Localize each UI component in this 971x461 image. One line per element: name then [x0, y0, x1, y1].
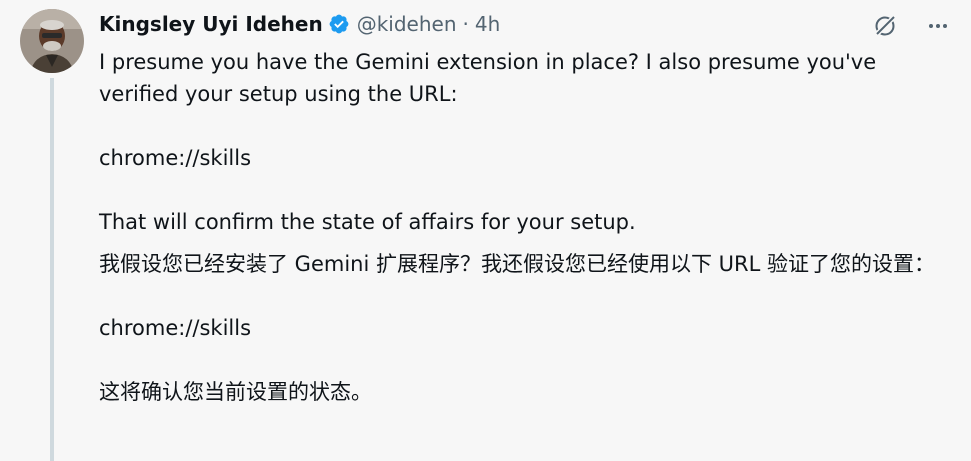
- post[interactable]: Kingsley Uyi Idehen @kidehen · 4h I pres…: [0, 0, 971, 461]
- grok-icon[interactable]: [871, 12, 899, 40]
- verified-badge-icon[interactable]: [328, 13, 350, 35]
- more-options-icon[interactable]: [927, 15, 949, 37]
- post-paragraph-english-3: That will confirm the state of affairs f…: [99, 210, 636, 234]
- avatar[interactable]: [20, 9, 84, 73]
- post-header: Kingsley Uyi Idehen @kidehen · 4h: [99, 10, 500, 38]
- post-text: I presume you have the Gemini extension …: [99, 46, 949, 408]
- author-name[interactable]: Kingsley Uyi Idehen: [99, 12, 323, 36]
- post-paragraph-chinese-url[interactable]: chrome://skills: [99, 312, 949, 344]
- post-paragraph-chinese-1: 我假设您已经安装了 Gemini 扩展程序？我还假设您已经使用以下 URL 验证…: [99, 252, 935, 276]
- post-paragraph-chinese-3: 这将确认您当前设置的状态。: [99, 380, 372, 404]
- author-handle[interactable]: @kidehen: [357, 12, 457, 36]
- post-paragraph-english-url[interactable]: chrome://skills: [99, 142, 949, 174]
- avatar-image: [20, 9, 84, 73]
- post-actions: [871, 12, 949, 40]
- post-paragraph-english-1: I presume you have the Gemini extension …: [99, 50, 877, 106]
- separator-dot: ·: [462, 12, 469, 36]
- thread-line: [50, 78, 54, 461]
- post-timestamp[interactable]: 4h: [475, 12, 500, 36]
